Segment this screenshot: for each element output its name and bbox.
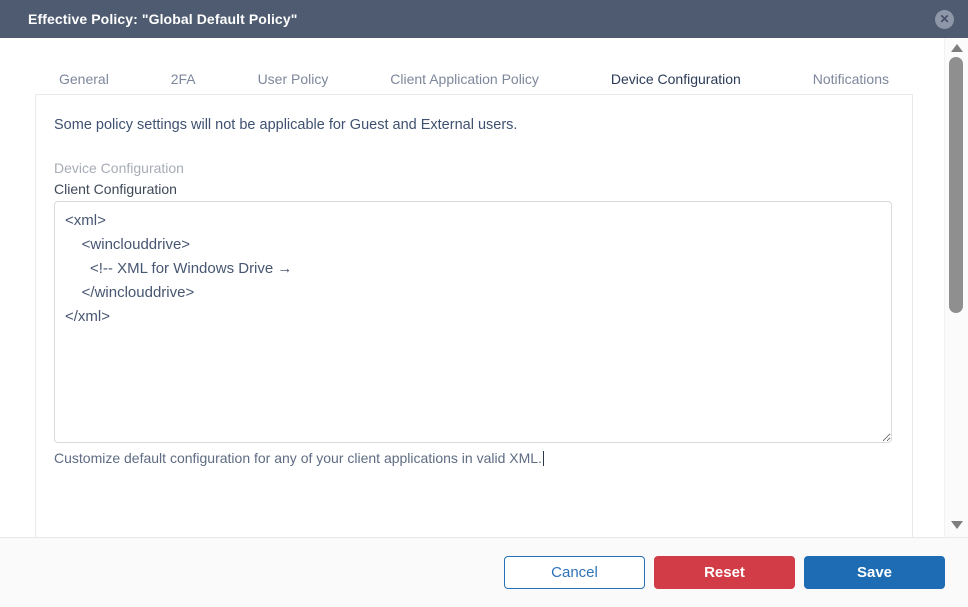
section-label-device-configuration: Device Configuration [54, 159, 894, 177]
save-button[interactable]: Save [804, 556, 945, 589]
cancel-button[interactable]: Cancel [504, 556, 645, 589]
scroll-down-icon[interactable] [951, 521, 963, 529]
reset-button[interactable]: Reset [654, 556, 795, 589]
close-x-glyph: ✕ [939, 10, 949, 29]
modal-header: Effective Policy: "Global Default Policy… [0, 0, 968, 38]
client-configuration-textarea[interactable]: <xml> <winclouddrive> <!-- XML for Windo… [54, 201, 892, 443]
effective-policy-modal: Effective Policy: "Global Default Policy… [0, 0, 968, 607]
modal-footer: Cancel Reset Save [0, 537, 968, 607]
scrollbar-thumb[interactable] [949, 57, 963, 313]
device-configuration-panel: Some policy settings will not be applica… [35, 94, 913, 537]
scrollbar[interactable] [944, 38, 968, 537]
scroll-up-icon[interactable] [951, 44, 963, 52]
close-icon[interactable]: ✕ [935, 10, 954, 29]
text-caret [543, 451, 545, 466]
modal-body: General 2FA User Policy Client Applicati… [0, 38, 968, 537]
guest-external-notice: Some policy settings will not be applica… [54, 115, 894, 135]
modal-title: Effective Policy: "Global Default Policy… [28, 11, 297, 27]
textarea-hint-row: Customize default configuration for any … [54, 449, 894, 467]
hint-text: Customize default configuration for any … [54, 450, 542, 466]
client-configuration-label: Client Configuration [54, 180, 894, 198]
